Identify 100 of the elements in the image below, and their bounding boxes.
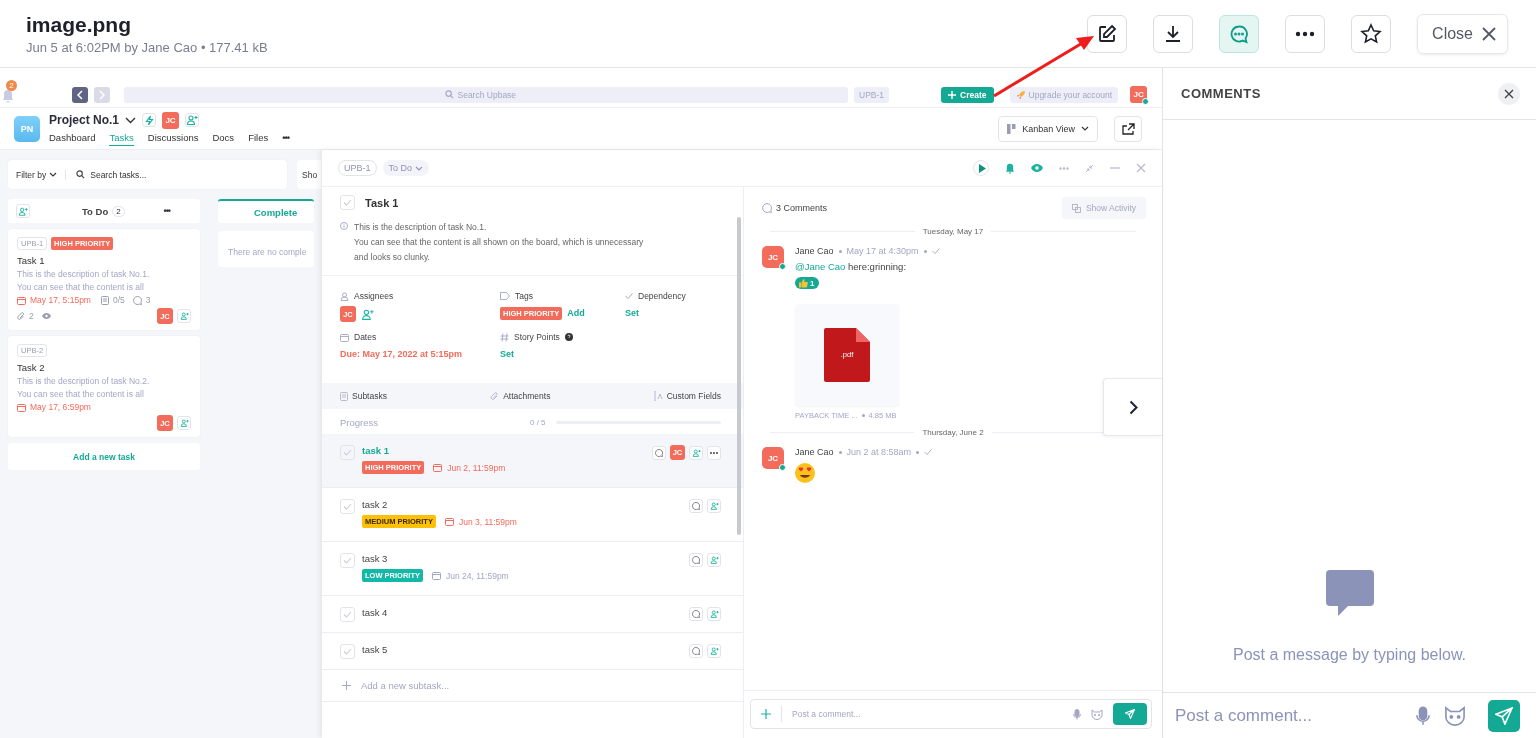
- share-button[interactable]: [1114, 115, 1142, 142]
- notification-badge: 2: [6, 79, 17, 91]
- more-tabs-button[interactable]: •••: [282, 131, 290, 146]
- check-icon: [343, 611, 352, 618]
- add-assignee-button[interactable]: [177, 309, 191, 323]
- date-separator: Tuesday, May 17: [922, 227, 984, 236]
- subtask-checkbox[interactable]: [340, 607, 355, 622]
- collapse-icon[interactable]: [1085, 163, 1094, 173]
- add-person-icon: [709, 556, 719, 564]
- help-icon: [564, 333, 573, 341]
- comment-button[interactable]: [689, 499, 703, 513]
- plus-icon: [761, 709, 771, 719]
- date-separator: Thursday, June 2: [922, 428, 984, 437]
- subtask-title: task 3: [362, 553, 389, 564]
- close-panel-button[interactable]: [1498, 82, 1520, 105]
- chevron-left-icon: [77, 89, 83, 100]
- project-name[interactable]: Project No.1: [49, 113, 120, 127]
- comment-author: Jane Cao: [795, 246, 834, 256]
- detail-tab[interactable]: Custom Fields: [653, 391, 721, 401]
- subtask-checkbox[interactable]: [340, 553, 355, 568]
- more-icon[interactable]: [1059, 166, 1069, 170]
- calendar-icon: [340, 332, 349, 342]
- comment-input[interactable]: Post a comment...: [1163, 692, 1536, 738]
- edit-button[interactable]: [1087, 14, 1128, 53]
- more-icon: [710, 451, 718, 454]
- send-button[interactable]: [1488, 699, 1520, 732]
- comment-button[interactable]: [689, 553, 703, 567]
- comment-button[interactable]: [689, 644, 703, 658]
- thumbs-up-icon: [798, 278, 808, 288]
- subtask-row[interactable]: task 4: [322, 596, 743, 633]
- comment-input[interactable]: Post a comment...: [750, 699, 1152, 729]
- cat-face-icon[interactable]: [1444, 705, 1466, 726]
- filter-dropdown[interactable]: Filter by: [16, 169, 67, 180]
- send-icon: [1495, 706, 1513, 725]
- subtask-menu-button[interactable]: [707, 445, 721, 460]
- add-assignee-button[interactable]: [707, 607, 721, 621]
- close-icon: [1504, 88, 1514, 99]
- automation-button[interactable]: [142, 113, 157, 127]
- chevron-down-icon[interactable]: [125, 116, 137, 124]
- bell-icon[interactable]: [1005, 162, 1015, 174]
- card-description: You can see that the content is all: [17, 389, 145, 399]
- comment-text-input[interactable]: Post a comment...: [1175, 705, 1402, 726]
- more-icon: [1295, 30, 1316, 37]
- project-tab[interactable]: Files: [248, 131, 269, 146]
- subtask-row[interactable]: task 5: [322, 633, 743, 670]
- check-icon: [343, 449, 352, 456]
- attachment-count: 2: [29, 311, 34, 321]
- comment-button[interactable]: [689, 607, 703, 621]
- view-dropdown[interactable]: Kanban View: [998, 115, 1098, 142]
- add-assignee-button[interactable]: [177, 416, 191, 430]
- file-title: image.png: [26, 12, 132, 37]
- detail-tab[interactable]: Attachments: [490, 391, 551, 401]
- comment-text-input[interactable]: Post a comment...: [792, 709, 1063, 719]
- comment-icon: [692, 647, 700, 655]
- subtask-count: 0/5: [112, 295, 125, 305]
- subtask-checkbox[interactable]: [340, 644, 355, 659]
- add-person-icon[interactable]: [361, 308, 374, 320]
- comment-button[interactable]: [652, 445, 666, 460]
- show-dropdown[interactable]: Sho: [297, 160, 321, 189]
- project-tab[interactable]: Discussions: [147, 131, 199, 146]
- chevron-down-icon: [1081, 126, 1089, 131]
- star-button[interactable]: [1351, 14, 1392, 53]
- cat-face-icon[interactable]: [1091, 708, 1103, 720]
- detail-tab[interactable]: Subtasks: [340, 391, 387, 401]
- close-icon[interactable]: [1136, 163, 1146, 173]
- send-button[interactable]: [1113, 703, 1147, 725]
- subtask-checkbox[interactable]: [340, 499, 355, 514]
- field-label: Assignees: [354, 291, 394, 301]
- close-button[interactable]: Close: [1417, 13, 1508, 54]
- add-assignee-button[interactable]: [707, 553, 721, 567]
- column-menu-button[interactable]: •••: [163, 206, 170, 216]
- eye-icon[interactable]: [1031, 164, 1043, 172]
- back-button[interactable]: [72, 86, 88, 103]
- download-button[interactable]: [1153, 14, 1194, 53]
- scrollbar[interactable]: [737, 217, 741, 535]
- more-button[interactable]: [1285, 14, 1326, 53]
- add-member-button[interactable]: [16, 204, 30, 218]
- bell-icon[interactable]: [2, 88, 14, 103]
- comment-time: Jun 2 at 8:58am: [846, 447, 912, 457]
- project-logo: PN: [14, 115, 40, 142]
- microphone-icon[interactable]: [1416, 705, 1430, 726]
- forward-button[interactable]: [94, 86, 110, 103]
- task-checkbox[interactable]: [340, 195, 355, 210]
- add-assignee-button[interactable]: [707, 499, 721, 513]
- subtask-checkbox[interactable]: [340, 445, 355, 460]
- subtask-title: task 2: [362, 499, 389, 510]
- microphone-icon[interactable]: [1073, 708, 1081, 720]
- search-input[interactable]: Search Upbase: [457, 89, 528, 100]
- comments-button[interactable]: [1219, 14, 1260, 53]
- field-label: Tags: [515, 291, 533, 301]
- add-person-icon: [709, 610, 719, 618]
- search-field[interactable]: Search Upbase: [124, 86, 848, 103]
- add-member-button[interactable]: [185, 113, 200, 127]
- file-meta: Jun 5 at 6:02PM by Jane Cao • 177.41 kB: [26, 39, 269, 55]
- project-tab[interactable]: Docs: [212, 131, 235, 146]
- chevron-down-icon: [49, 172, 58, 177]
- check-icon: [625, 293, 633, 299]
- add-assignee-button[interactable]: [689, 445, 703, 460]
- add-assignee-button[interactable]: [707, 644, 721, 658]
- project-tab[interactable]: Dashboard: [49, 131, 96, 146]
